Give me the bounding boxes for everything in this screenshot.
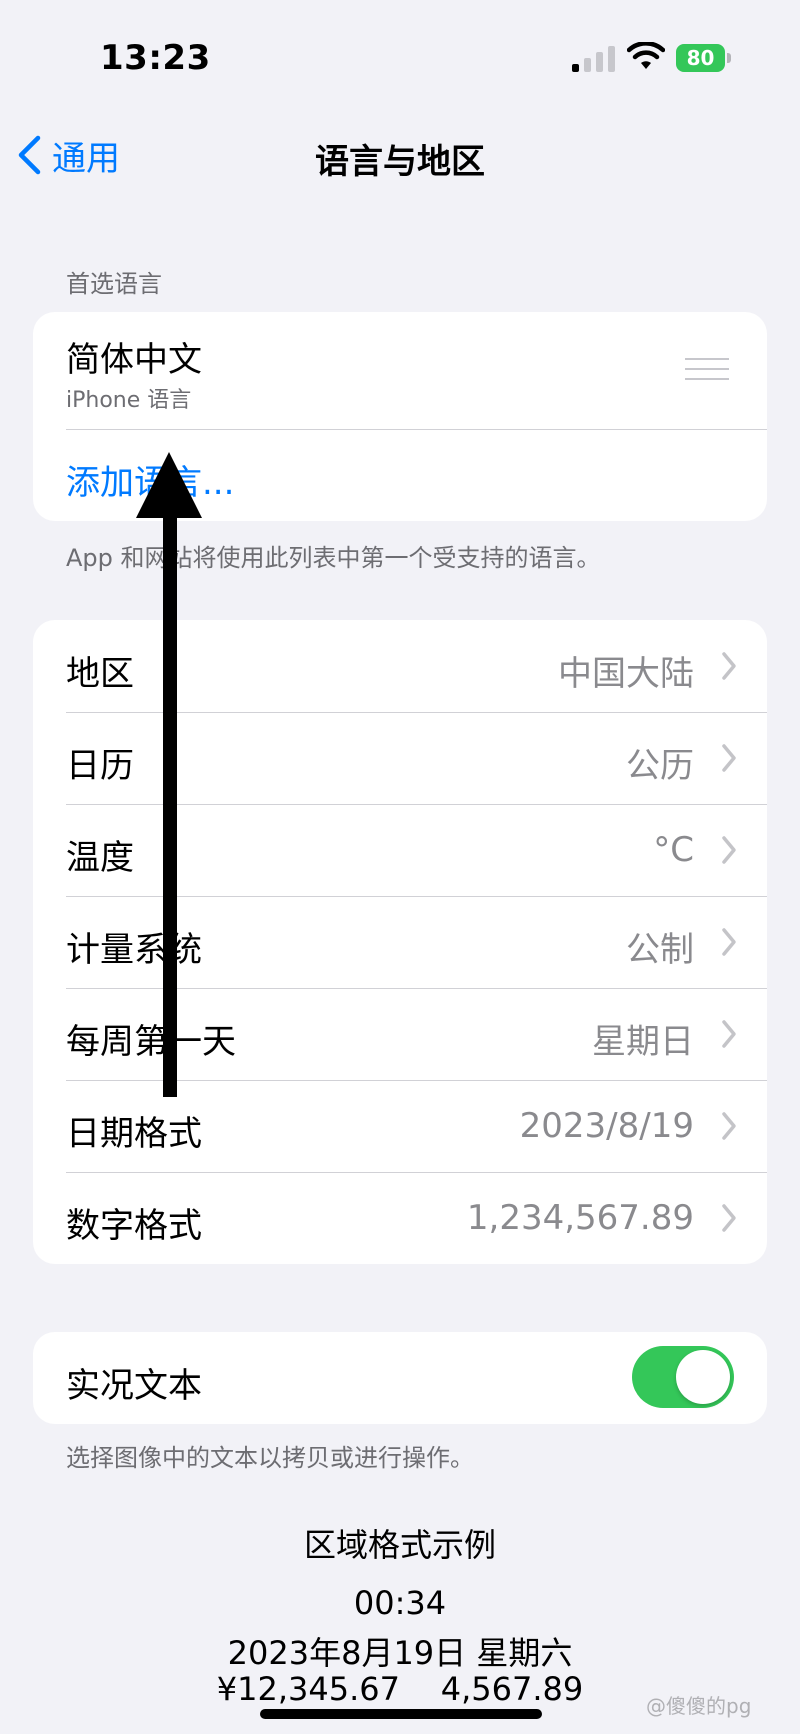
status-bar: 13:23 80 — [0, 0, 800, 110]
live-text-card: 实况文本 — [33, 1332, 767, 1424]
live-text-toggle[interactable] — [632, 1346, 734, 1408]
row-label: 温度 — [66, 838, 134, 878]
battery-level: 80 — [676, 44, 725, 72]
example-date-wrap: 2023年8月19日 星期六 — [0, 1628, 800, 1674]
row-label: 地区 — [66, 654, 134, 694]
language-item-simplified-chinese[interactable]: 简体中文 iPhone 语言 — [33, 312, 767, 429]
row-label: 实况文本 — [66, 1366, 202, 1406]
region-format-example: 区域格式示例 — [0, 1520, 800, 1566]
row-value: 2023/8/19 — [519, 1106, 694, 1146]
row-value: 中国大陆 — [558, 654, 694, 694]
wifi-icon — [627, 42, 665, 69]
chevron-right-icon — [722, 1020, 736, 1048]
chevron-right-icon — [722, 928, 736, 956]
watermark-text: @傻傻的pg — [646, 1694, 752, 1718]
row-label: 数字格式 — [66, 1206, 202, 1246]
settings-row-live-text: 实况文本 — [33, 1332, 767, 1424]
battery-icon: 80 — [676, 44, 734, 72]
row-value: °C — [653, 830, 694, 870]
example-time: 00:34 — [353, 1584, 447, 1622]
row-value: 1,234,567.89 — [466, 1198, 694, 1238]
watermark: @傻傻的pg — [646, 1690, 751, 1719]
page-title: 语言与地区 — [315, 142, 485, 182]
row-value: 星期日 — [592, 1022, 694, 1062]
status-time: 13:23 — [100, 38, 211, 78]
row-label: 日历 — [66, 746, 134, 786]
settings-row-number-format[interactable]: 数字格式 1,234,567.89 — [33, 1172, 767, 1264]
reorder-handle-icon[interactable] — [685, 358, 729, 382]
example-time-wrap: 00:34 — [0, 1584, 800, 1622]
chevron-right-icon — [722, 652, 736, 680]
live-text-footer: 选择图像中的文本以拷贝或进行操作。 — [66, 1444, 474, 1472]
chevron-right-icon — [722, 1204, 736, 1232]
chevron-right-icon — [722, 1112, 736, 1140]
example-date: 2023年8月19日 星期六 — [227, 1634, 573, 1672]
cellular-signal-icon — [572, 46, 615, 72]
up-arrow-annotation-icon — [136, 452, 202, 1097]
home-indicator[interactable] — [260, 1709, 542, 1719]
navigation-bar: 通用 语言与地区 — [0, 110, 800, 200]
chevron-right-icon — [722, 836, 736, 864]
row-value: 公历 — [626, 746, 694, 786]
preferred-languages-header: 首选语言 — [66, 270, 162, 298]
language-subtitle: iPhone 语言 — [66, 388, 192, 413]
chevron-right-icon — [722, 744, 736, 772]
row-label: 日期格式 — [66, 1114, 202, 1154]
row-value: 公制 — [626, 930, 694, 970]
language-name: 简体中文 — [66, 340, 202, 380]
example-title: 区域格式示例 — [303, 1526, 496, 1564]
